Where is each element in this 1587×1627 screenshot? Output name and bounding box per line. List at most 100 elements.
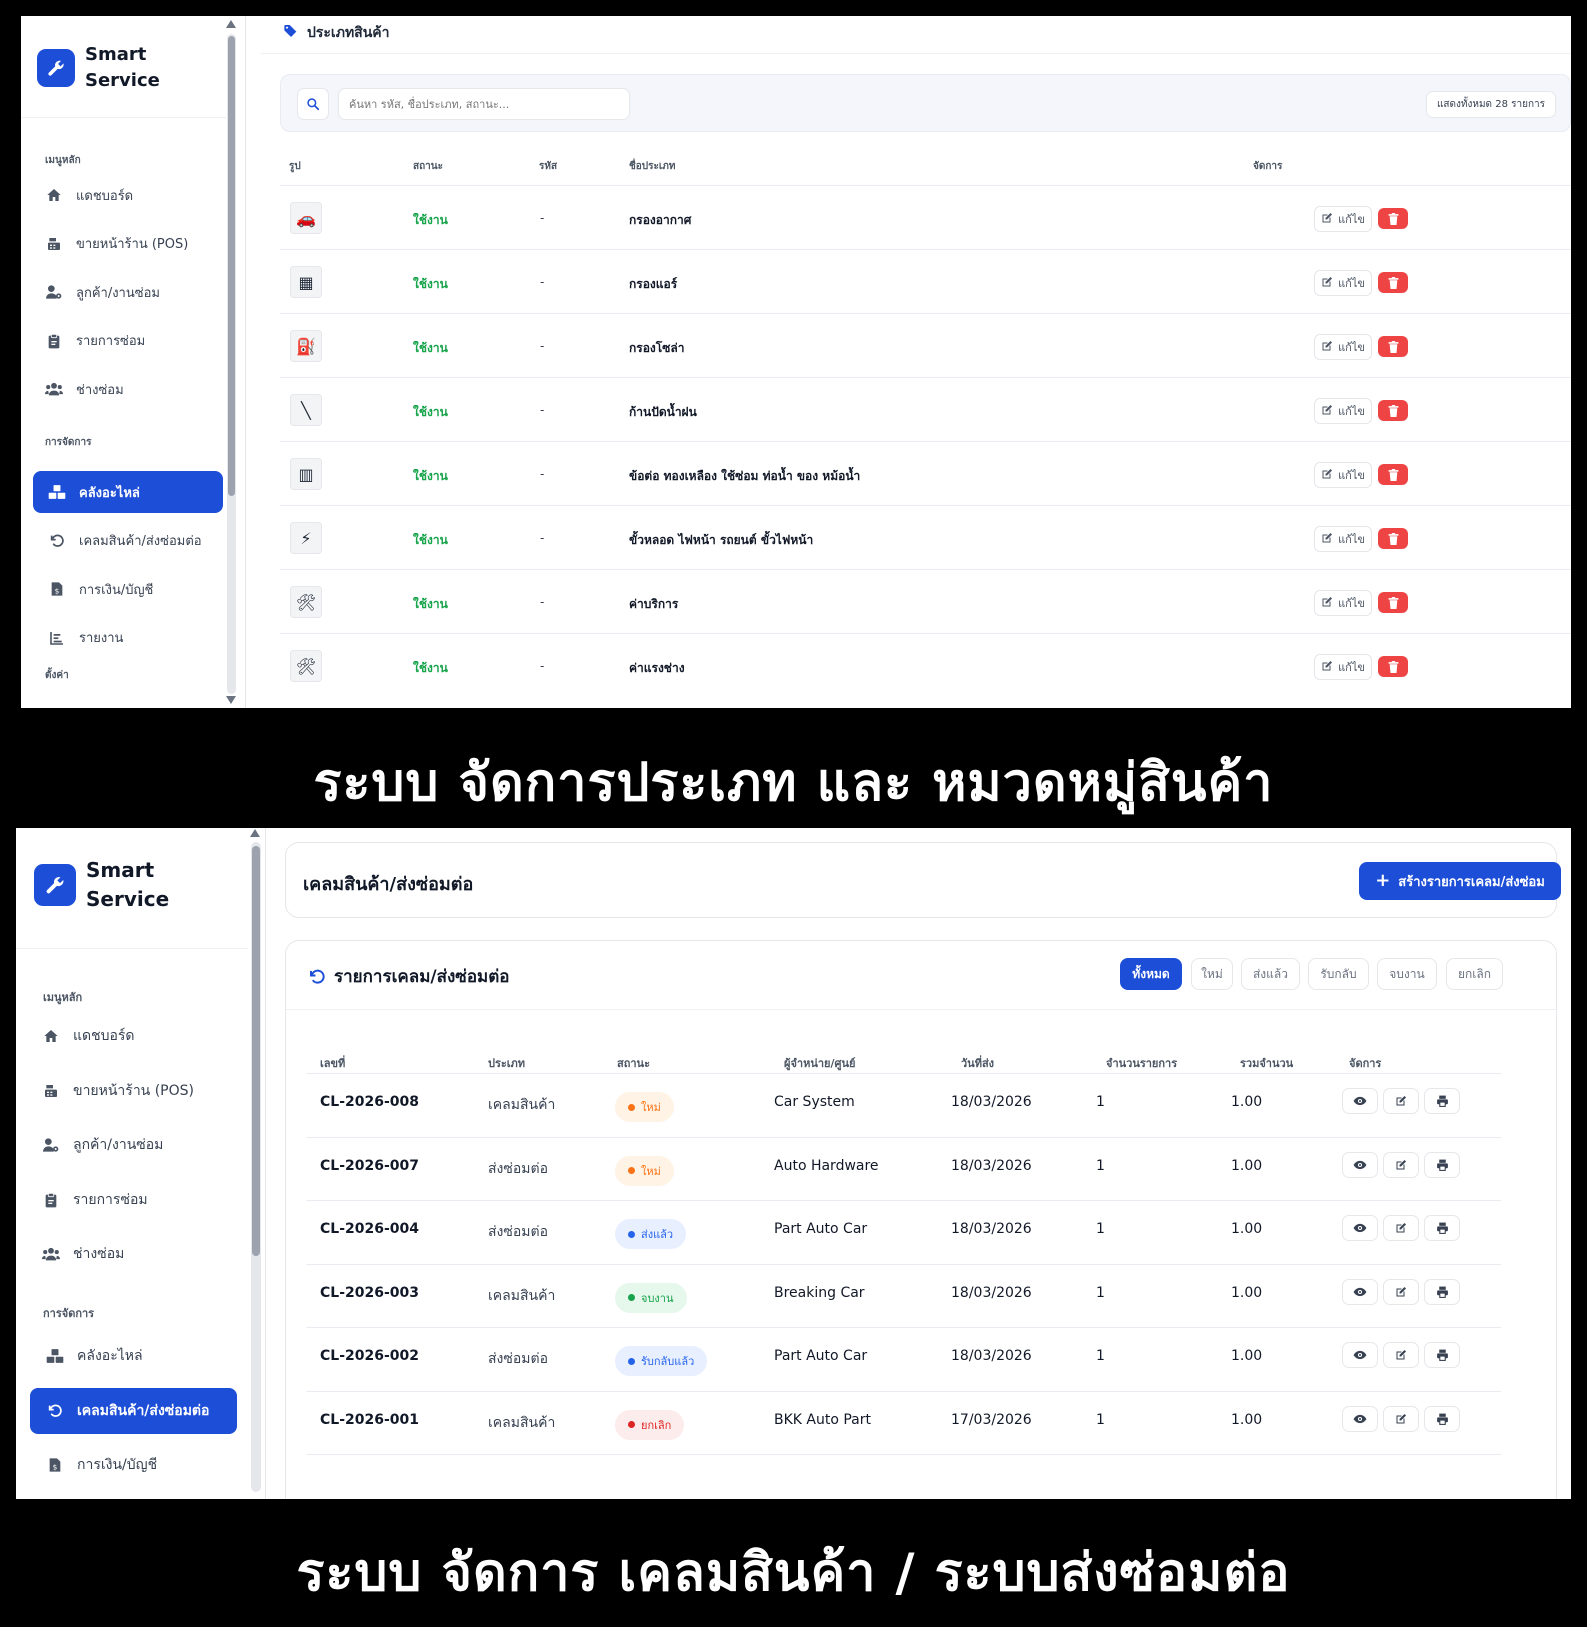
sidebar-item-file-invoice-dollar[interactable]: $ การเงิน/บัญชี	[30, 1442, 237, 1488]
sidebar-item-boxes[interactable]: คลังอะไหล่	[30, 1333, 237, 1379]
sidebar-item-cash-register[interactable]: ขายหน้าร้าน (POS)	[30, 1071, 240, 1111]
category-thumbnail: ╲	[290, 394, 322, 426]
cash-register-icon	[45, 235, 63, 253]
filter-pill[interactable]: จบงาน	[1377, 958, 1437, 990]
screenshot-product-categories: Smart Service เมนูหลัก แดชบอร์ด ขายหน้าร้…	[21, 16, 1571, 708]
brand-line2: Service	[86, 887, 170, 911]
claim-number[interactable]: CL-2026-002	[320, 1348, 419, 1364]
sidebar-item-users[interactable]: ช่างซ่อม	[30, 1234, 240, 1274]
delete-button[interactable]	[1378, 464, 1408, 485]
edit-button[interactable]	[1383, 1215, 1419, 1241]
search-button[interactable]	[297, 88, 329, 120]
table-row: CL-2026-007 ส่งซ่อมต่อ ใหม่ Auto Hardwar…	[306, 1136, 1501, 1199]
delete-button[interactable]	[1378, 528, 1408, 549]
rotate-left-icon	[46, 1402, 64, 1420]
search-input[interactable]	[338, 88, 630, 120]
print-button[interactable]	[1424, 1342, 1460, 1368]
sidebar-item-rotate-left[interactable]: เคลมสินค้า/ส่งซ่อมต่อ	[33, 520, 223, 562]
scroll-up-arrow[interactable]	[250, 829, 260, 837]
sidebar-item-rotate-left[interactable]: เคลมสินค้า/ส่งซ่อมต่อ	[30, 1387, 237, 1434]
claim-type: ส่งซ่อมต่อ	[488, 1351, 549, 1367]
claim-type: เคลมสินค้า	[488, 1097, 556, 1113]
edit-button[interactable]	[1383, 1405, 1419, 1432]
scrollbar-thumb[interactable]	[228, 36, 235, 496]
sidebar-item-clipboard[interactable]: รายการซ่อม	[33, 324, 216, 358]
edit-button[interactable]	[1383, 1342, 1419, 1368]
table-row: CL-2026-002 ส่งซ่อมต่อ รับกลับแล้ว Part …	[306, 1327, 1501, 1389]
edit-button[interactable]	[1383, 1278, 1419, 1305]
filter-pill[interactable]: ใหม่	[1191, 958, 1233, 990]
claim-number[interactable]: CL-2026-007	[320, 1158, 419, 1174]
create-claim-button[interactable]: + สร้างรายการเคลม/ส่งซ่อม	[1359, 862, 1561, 900]
edit-button[interactable]	[1383, 1088, 1419, 1114]
print-button[interactable]	[1424, 1278, 1460, 1305]
table-row: CL-2026-008 เคลมสินค้า ใหม่ Car System 1…	[306, 1073, 1501, 1135]
sidebar-item-home[interactable]: แดชบอร์ด	[30, 1016, 240, 1056]
edit-button[interactable]: แก้ไข	[1314, 206, 1372, 232]
scroll-up-arrow[interactable]	[226, 20, 236, 28]
delete-button[interactable]	[1378, 400, 1408, 421]
filter-pill[interactable]: ส่งแล้ว	[1241, 958, 1300, 990]
delete-button[interactable]	[1378, 336, 1408, 357]
sidebar-item-file-invoice-dollar[interactable]: $ การเงิน/บัญชี	[33, 568, 223, 610]
edit-button[interactable]: แก้ไข	[1314, 526, 1372, 552]
sidebar-item-user-gear[interactable]: ลูกค้า/งานซ่อม	[30, 1125, 240, 1165]
scrollbar-thumb[interactable]	[252, 846, 260, 1256]
view-button[interactable]	[1342, 1151, 1378, 1178]
print-button[interactable]	[1424, 1215, 1460, 1241]
delete-button[interactable]	[1378, 592, 1408, 613]
view-button[interactable]	[1342, 1342, 1378, 1368]
sidebar-item-home[interactable]: แดชบอร์ด	[33, 178, 216, 212]
filter-pill[interactable]: ทั้งหมด	[1120, 958, 1182, 990]
delete-button[interactable]	[1378, 656, 1408, 677]
section-title-settings: ตั้งค่า	[45, 670, 69, 681]
column-header: เลขที่	[320, 1057, 346, 1070]
view-button[interactable]	[1342, 1215, 1378, 1241]
filter-pill[interactable]: ยกเลิก	[1446, 958, 1503, 990]
view-button[interactable]	[1342, 1405, 1378, 1432]
item-count: 1	[1096, 1094, 1105, 1110]
sidebar: Smart Service เมนูหลัก แดชบอร์ด ขายหน้าร้…	[16, 828, 266, 1499]
view-button[interactable]	[1342, 1278, 1378, 1305]
claim-number[interactable]: CL-2026-001	[320, 1412, 419, 1428]
edit-button[interactable]	[1383, 1151, 1419, 1178]
edit-button[interactable]: แก้ไข	[1314, 270, 1372, 296]
brand[interactable]: Smart Service	[37, 42, 160, 94]
edit-button[interactable]: แก้ไข	[1314, 398, 1372, 424]
sidebar-item-user-gear[interactable]: ลูกค้า/งานซ่อม	[33, 275, 216, 309]
print-button[interactable]	[1424, 1151, 1460, 1178]
filter-pill[interactable]: รับกลับ	[1308, 958, 1369, 990]
claim-type: เคลมสินค้า	[488, 1287, 556, 1304]
delete-button[interactable]	[1378, 208, 1408, 229]
sidebar-item-boxes[interactable]: คลังอะไหล่	[33, 471, 223, 513]
item-count: 1	[1096, 1284, 1105, 1301]
delete-button[interactable]	[1378, 272, 1408, 293]
trash-icon	[1388, 276, 1398, 289]
category-name: กรองโซล่า	[629, 341, 685, 355]
claim-number[interactable]: CL-2026-004	[320, 1221, 419, 1237]
edit-button[interactable]: แก้ไข	[1314, 654, 1372, 680]
sidebar-item-label: คลังอะไหล่	[79, 485, 140, 501]
trash-icon	[1388, 404, 1398, 417]
print-button[interactable]	[1424, 1405, 1460, 1432]
status-dot	[628, 1294, 635, 1301]
code-text: -	[540, 403, 545, 417]
edit-icon	[1321, 660, 1333, 675]
sidebar-item-chart-bar[interactable]: รายงาน	[33, 617, 223, 659]
print-button[interactable]	[1424, 1088, 1460, 1114]
sidebar-item-users[interactable]: ช่างซ่อม	[33, 372, 216, 406]
sidebar-item-cash-register[interactable]: ขายหน้าร้าน (POS)	[33, 227, 216, 261]
eye-icon	[1353, 1096, 1367, 1106]
scroll-down-arrow[interactable]	[226, 696, 236, 704]
table-row: 🛠 ใช้งาน - ค่าแรงช่าง แก้ไข	[280, 633, 1571, 699]
brand[interactable]: Smart Service	[34, 856, 169, 914]
view-button[interactable]	[1342, 1088, 1378, 1114]
edit-button[interactable]: แก้ไข	[1314, 590, 1372, 616]
claim-number[interactable]: CL-2026-003	[320, 1285, 419, 1301]
sidebar-item-label: ขายหน้าร้าน (POS)	[76, 237, 189, 252]
edit-button[interactable]: แก้ไข	[1314, 462, 1372, 488]
edit-button[interactable]: แก้ไข	[1314, 334, 1372, 360]
claim-number[interactable]: CL-2026-008	[320, 1094, 419, 1110]
sidebar-item-clipboard[interactable]: รายการซ่อม	[30, 1180, 240, 1220]
thumbnail-glyph: 🛠	[295, 592, 317, 612]
